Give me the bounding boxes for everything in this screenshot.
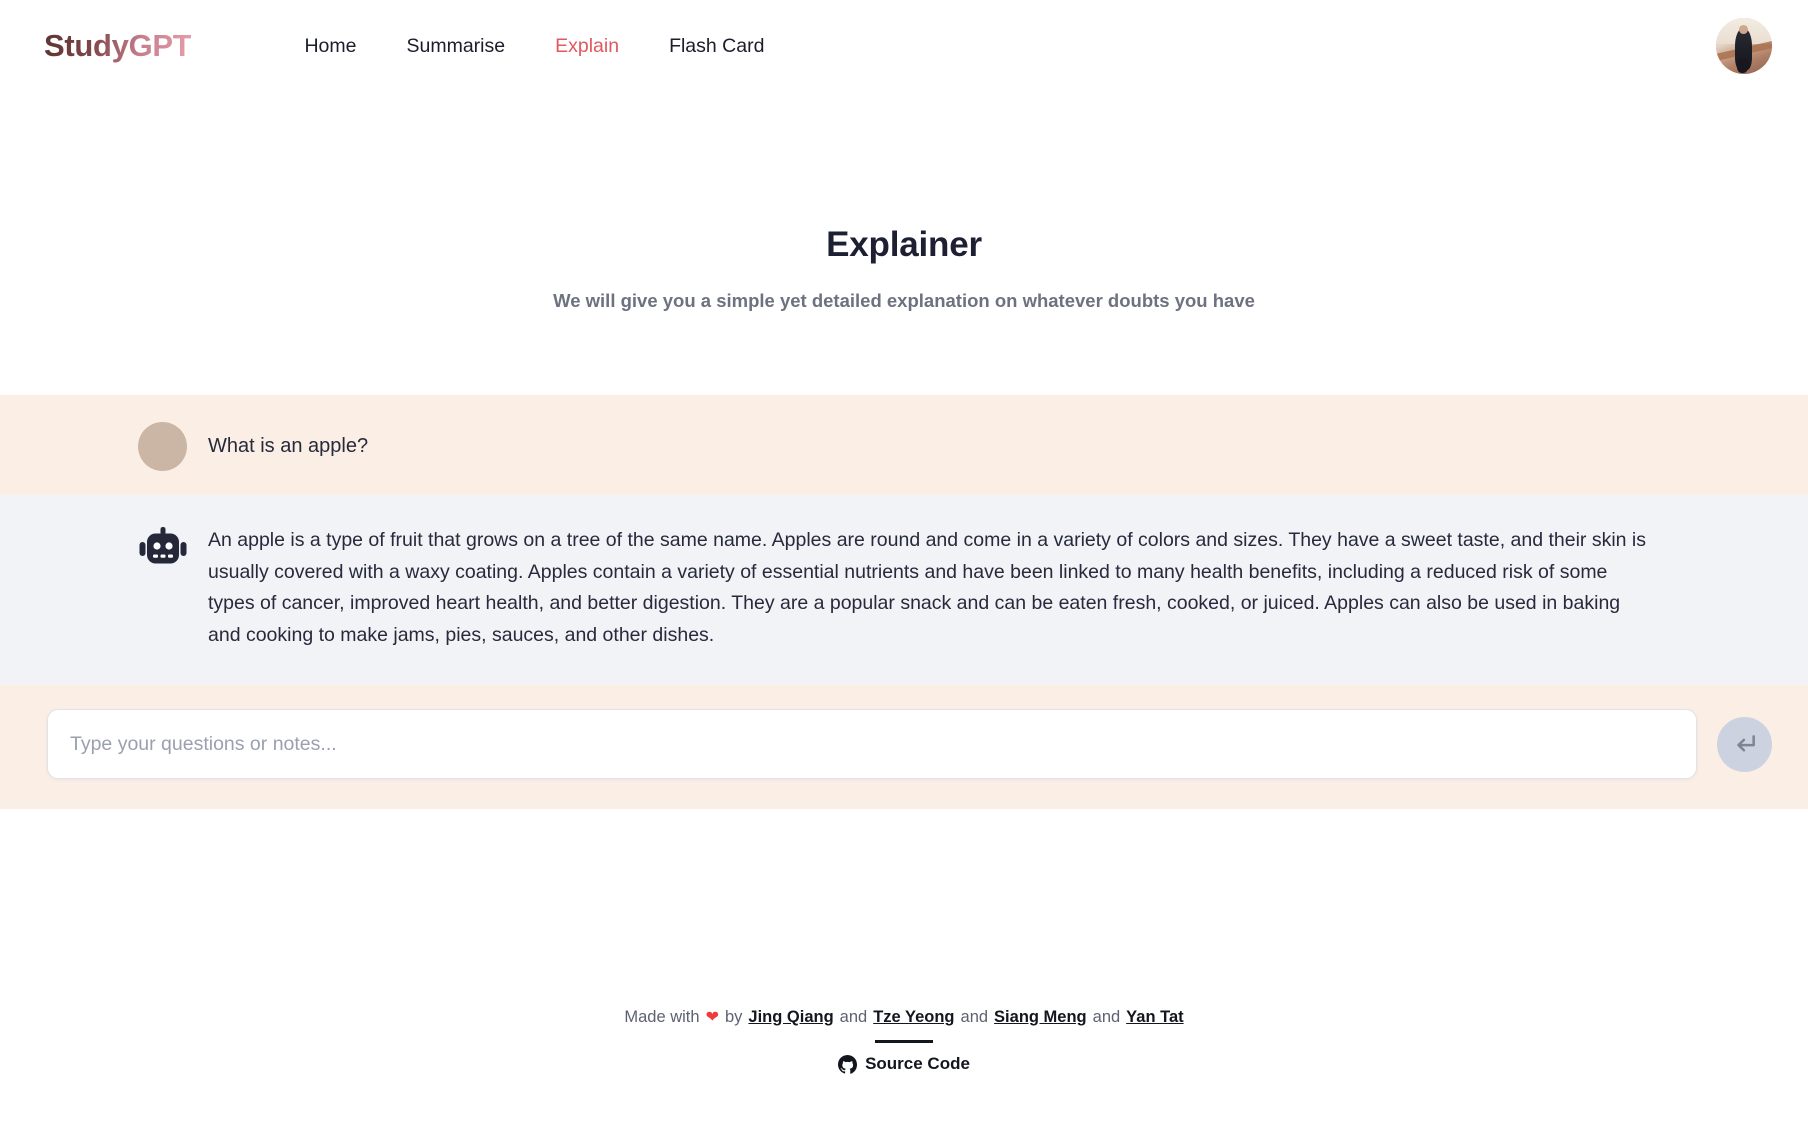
chat-message-user: What is an apple?: [0, 395, 1808, 495]
send-button[interactable]: [1717, 716, 1772, 772]
source-code-label: Source Code: [865, 1054, 970, 1073]
nav-item-explain[interactable]: Explain: [530, 29, 644, 64]
bot-message-gutter: [0, 525, 208, 571]
author-link-4[interactable]: Yan Tat: [1126, 1008, 1183, 1027]
nav-links: Home Summarise Explain Flash Card: [279, 29, 789, 64]
robot-icon: [139, 527, 187, 564]
app-root: StudyGPT Home Summarise Explain Flash Ca…: [0, 0, 1808, 1122]
credit-conjunction-2: and: [960, 1007, 989, 1026]
nav-item-home[interactable]: Home: [279, 29, 381, 64]
credit-conjunction-1: and: [839, 1007, 868, 1026]
github-icon: [838, 1054, 858, 1074]
question-input[interactable]: [47, 709, 1697, 780]
credit-conjunction-3: and: [1092, 1007, 1121, 1026]
heart-icon: ❤: [705, 1009, 719, 1026]
hero-section: Explainer We will give you a simple yet …: [0, 92, 1808, 395]
nav-item-summarise[interactable]: Summarise: [381, 29, 530, 64]
footer-divider: [875, 1040, 933, 1043]
composer: [0, 685, 1808, 810]
author-link-3[interactable]: Siang Meng: [994, 1008, 1087, 1027]
brand-logo[interactable]: StudyGPT: [44, 28, 192, 64]
enter-return-arrow-icon: [1736, 735, 1755, 752]
navbar: StudyGPT Home Summarise Explain Flash Ca…: [0, 0, 1808, 92]
author-link-2[interactable]: Tze Yeong: [873, 1008, 954, 1027]
author-link-1[interactable]: Jing Qiang: [748, 1008, 833, 1027]
chat-thread: What is an apple? An apple is a type of …: [0, 395, 1808, 810]
user-message-gutter: [0, 420, 208, 471]
bot-message-text: An apple is a type of fruit that grows o…: [208, 529, 1647, 646]
user-avatar-photo-icon[interactable]: [1716, 18, 1772, 74]
nav-item-flash-card[interactable]: Flash Card: [644, 29, 789, 64]
chat-message-bot: An apple is a type of fruit that grows o…: [0, 495, 1808, 686]
credit-line: Made with ❤ by Jing Qiang and Tze Yeong …: [624, 1007, 1183, 1027]
credit-by: by: [724, 1007, 743, 1026]
user-message-text: What is an apple?: [208, 434, 369, 457]
user-avatar-photo-icon: [138, 421, 187, 471]
avatar-leg: [1737, 59, 1749, 73]
page-filler: [0, 809, 1808, 1007]
footer: Made with ❤ by Jing Qiang and Tze Yeong …: [0, 1007, 1808, 1122]
page-subtitle: We will give you a simple yet detailed e…: [553, 290, 1255, 311]
credit-made-with: Made with: [624, 1007, 700, 1026]
source-code-link[interactable]: Source Code: [838, 1054, 970, 1074]
page-title: Explainer: [826, 225, 982, 264]
